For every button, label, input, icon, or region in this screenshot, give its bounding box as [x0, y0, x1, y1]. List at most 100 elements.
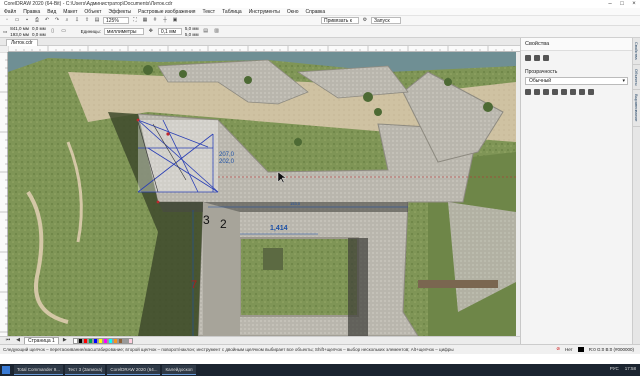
- two-color-pattern-icon[interactable]: [570, 89, 576, 95]
- gear-icon[interactable]: ⚙: [361, 17, 369, 24]
- drawing-canvas[interactable]: 207,0 202,0 153,0 1,414 3 2 7: [8, 52, 516, 336]
- next-page-icon[interactable]: ▶: [61, 337, 69, 344]
- import-icon[interactable]: ⇩: [73, 17, 81, 24]
- undo-icon[interactable]: ↶: [43, 17, 51, 24]
- tab-objects[interactable]: Объекты: [633, 65, 640, 91]
- nudge-field[interactable]: 0,1 мм: [157, 28, 182, 35]
- menu-table[interactable]: Таблица: [222, 9, 242, 15]
- menu-text[interactable]: Текст: [203, 9, 216, 15]
- vertical-ruler[interactable]: [0, 51, 8, 336]
- rulers-icon[interactable]: ▦: [141, 17, 149, 24]
- texture-icon[interactable]: [579, 89, 585, 95]
- redo-icon[interactable]: ↷: [53, 17, 61, 24]
- pages-icon[interactable]: ▣: [171, 17, 179, 24]
- units-label: Единицы:: [80, 29, 101, 34]
- language-indicator[interactable]: РУС: [610, 366, 619, 371]
- maximize-button[interactable]: □: [616, 0, 628, 8]
- print-icon[interactable]: ⎙: [33, 17, 41, 24]
- fill-status: Нет: [565, 346, 573, 352]
- vector-pattern-icon[interactable]: [552, 89, 558, 95]
- color-palette: [72, 337, 133, 344]
- taskbar-item-notepad[interactable]: Тест 3 (Записка): [65, 365, 106, 375]
- width-field[interactable]: 0,0 мм: [32, 26, 46, 31]
- bitmap-pattern-icon[interactable]: [561, 89, 567, 95]
- taskbar-item-kaleidoscope[interactable]: Калейдоскоп: [162, 365, 196, 375]
- menu-bitmaps[interactable]: Растровые изображения: [138, 9, 195, 15]
- fill-tool-icon[interactable]: [525, 55, 531, 61]
- clock[interactable]: 17:58: [625, 366, 636, 371]
- title-bar: CorelDRAW 2020 (64-Bit) - C:\Users\Админ…: [0, 0, 640, 8]
- portrait-icon[interactable]: ▯: [49, 28, 57, 35]
- taskbar-item-coreldraw[interactable]: CorelDRAW 2020 (64...: [107, 365, 161, 375]
- transparency-tool-icon[interactable]: [543, 55, 549, 61]
- label-7[interactable]: 7: [191, 279, 197, 291]
- launch-select[interactable]: Запуск: [371, 17, 401, 24]
- landscape-icon[interactable]: ▭: [60, 28, 68, 35]
- menu-layout[interactable]: Макет: [63, 9, 77, 15]
- units-select[interactable]: миллиметры: [103, 28, 144, 35]
- prev-page-icon[interactable]: ◀: [14, 337, 22, 344]
- label-1414[interactable]: 1,414: [270, 225, 288, 232]
- duplicate-x-field[interactable]: 5,0 мм: [185, 26, 199, 31]
- export-icon[interactable]: ⇧: [83, 17, 91, 24]
- label-202[interactable]: 202,0: [219, 159, 235, 165]
- tab-properties[interactable]: Свойства: [633, 38, 640, 65]
- menu-bar: Файл Правка Вид Макет Объект Эффекты Рас…: [0, 8, 640, 16]
- menu-window[interactable]: Окно: [287, 9, 299, 15]
- status-hint: Следующий щелчок – перетаскивание/масшта…: [3, 347, 454, 352]
- status-bar: Следующий щелчок – перетаскивание/масшта…: [0, 344, 640, 354]
- taskbar-item-total-commander-label: Total Commander 9...: [17, 367, 61, 372]
- outline-status: R:0 G:0 B:0 (#000000): [588, 346, 634, 352]
- start-button[interactable]: [2, 366, 10, 374]
- guides-icon[interactable]: ┼: [161, 17, 169, 24]
- close-button[interactable]: ×: [628, 0, 640, 8]
- status-gap: [0, 354, 640, 364]
- tab-document[interactable]: Литок.cdr: [6, 39, 38, 46]
- search-icon[interactable]: ⌕: [63, 17, 71, 24]
- fill-x-icon: ⊘: [556, 346, 561, 351]
- menu-help[interactable]: Справка: [306, 9, 326, 15]
- grid-icon[interactable]: #: [151, 17, 159, 24]
- new-icon[interactable]: ▫: [3, 17, 11, 24]
- menu-object[interactable]: Объект: [84, 9, 101, 15]
- position-fields: 841,0 мм 193,0 мм: [10, 26, 29, 37]
- taskbar-item-total-commander[interactable]: Total Commander 9...: [14, 365, 64, 375]
- menu-effects[interactable]: Эффекты: [108, 9, 131, 15]
- open-icon[interactable]: ▭: [13, 17, 21, 24]
- transparency-label: Прозрачность: [525, 69, 558, 75]
- no-transparency-icon[interactable]: [525, 89, 531, 95]
- ruler-ticks-vertical: [0, 51, 8, 333]
- zoom-level-select[interactable]: 125%: [103, 17, 129, 24]
- triangle-measurements[interactable]: [136, 118, 219, 204]
- label-153[interactable]: 153,0: [290, 201, 301, 206]
- tab-align[interactable]: Выравнивание: [633, 90, 640, 127]
- duplicate-y-field[interactable]: 5,0 мм: [185, 32, 199, 37]
- save-icon[interactable]: ▪: [23, 17, 31, 24]
- height-field[interactable]: 0,0 мм: [32, 32, 46, 37]
- page-options-icon[interactable]: ▥: [213, 28, 221, 35]
- uniform-transparency-icon[interactable]: [534, 89, 540, 95]
- palette-swatch[interactable]: [127, 337, 133, 344]
- label-207[interactable]: 207,0: [219, 152, 235, 158]
- menu-tools[interactable]: Инструменты: [249, 9, 280, 15]
- merge-mode-select[interactable]: Обычный: [525, 77, 628, 85]
- edit-page-icon[interactable]: ▤: [202, 28, 210, 35]
- postscript-icon[interactable]: [588, 89, 594, 95]
- fountain-transparency-icon[interactable]: [543, 89, 549, 95]
- menu-view[interactable]: Вид: [47, 9, 56, 15]
- y-position-field[interactable]: 193,0 мм: [10, 32, 29, 37]
- label-2[interactable]: 2: [220, 217, 227, 231]
- snap-to-select[interactable]: Привязать к: [321, 17, 359, 24]
- outline-swatch: [577, 346, 584, 352]
- outline-tool-icon[interactable]: [534, 55, 540, 61]
- fill-outline-info: ⊘ Нет R:0 G:0 B:0 (#000000): [556, 346, 634, 352]
- duplicate-distance-fields: 5,0 мм 5,0 мм: [185, 26, 199, 37]
- x-position-field[interactable]: 841,0 мм: [10, 26, 29, 31]
- full-screen-icon[interactable]: ⛶: [131, 17, 139, 24]
- first-page-icon[interactable]: ⏮: [4, 337, 12, 344]
- menu-file[interactable]: Файл: [4, 9, 16, 15]
- minimize-button[interactable]: –: [604, 0, 616, 8]
- label-3[interactable]: 3: [203, 213, 210, 227]
- publish-pdf-icon[interactable]: ▤: [93, 17, 101, 24]
- menu-edit[interactable]: Правка: [23, 9, 40, 15]
